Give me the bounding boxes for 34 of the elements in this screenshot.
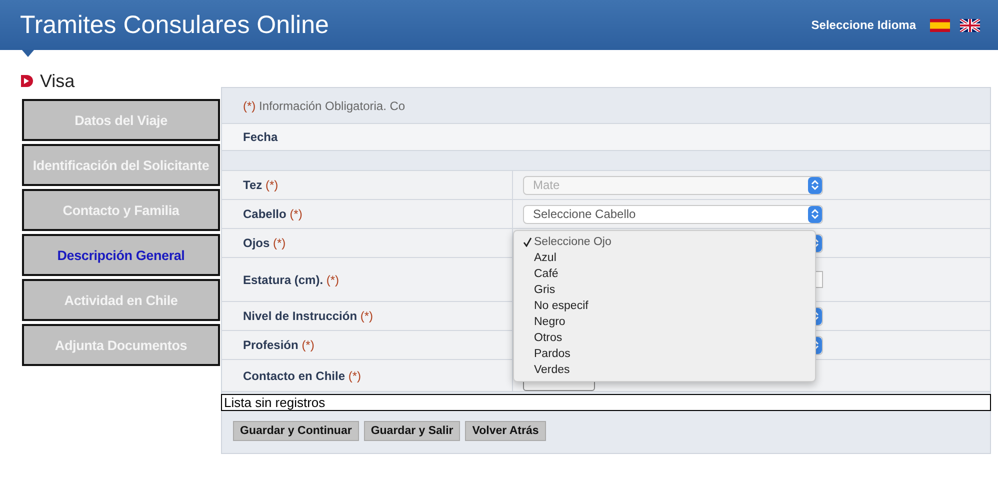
field-label: Tez (*)	[243, 178, 278, 192]
field-label: Ojos (*)	[243, 236, 286, 250]
dropdown-option[interactable]: No especif	[514, 298, 815, 314]
bullet-icon	[20, 74, 34, 88]
spanish-flag-icon[interactable]	[930, 18, 950, 32]
select-field[interactable]: Seleccione Cabello	[523, 204, 823, 224]
dropdown-option[interactable]: Seleccione Ojo	[514, 234, 815, 250]
nav-tab[interactable]: Descripción General	[22, 234, 220, 276]
language-label: Seleccione Idioma	[811, 18, 916, 32]
field-label: Estatura (cm). (*)	[243, 272, 340, 286]
stepper-icon	[808, 206, 822, 222]
field-label: Fecha	[243, 130, 278, 144]
dropdown-option[interactable]: Otros	[514, 330, 815, 346]
action-button[interactable]: Guardar y Continuar	[233, 421, 359, 441]
field-label: Contacto en Chile (*)	[243, 368, 362, 382]
field-label: Cabello (*)	[243, 207, 302, 221]
pointer-icon	[22, 50, 34, 57]
required-notice: (*) Información Obligatoria. Co	[243, 98, 406, 112]
dropdown-option[interactable]: Gris	[514, 282, 815, 298]
action-button[interactable]: Volver Atrás	[465, 421, 546, 441]
dropdown-option[interactable]: Pardos	[514, 346, 815, 362]
uk-flag-icon[interactable]	[960, 18, 980, 32]
checkmark-icon	[523, 237, 532, 247]
site-title: Tramites Consulares Online	[20, 10, 329, 40]
field-label: Nivel de Instrucción (*)	[243, 309, 374, 323]
page-title: Visa	[40, 70, 75, 92]
dropdown-option[interactable]: Azul	[514, 250, 815, 266]
dropdown-option[interactable]: Verdes	[514, 362, 815, 378]
dropdown-option[interactable]: Negro	[514, 314, 815, 330]
field-label: Profesión (*)	[243, 338, 314, 352]
stepper-icon	[808, 176, 822, 194]
list-status: Lista sin registros	[221, 394, 991, 411]
dropdown-option[interactable]: Café	[514, 266, 815, 282]
action-button[interactable]: Guardar y Salir	[364, 421, 460, 441]
